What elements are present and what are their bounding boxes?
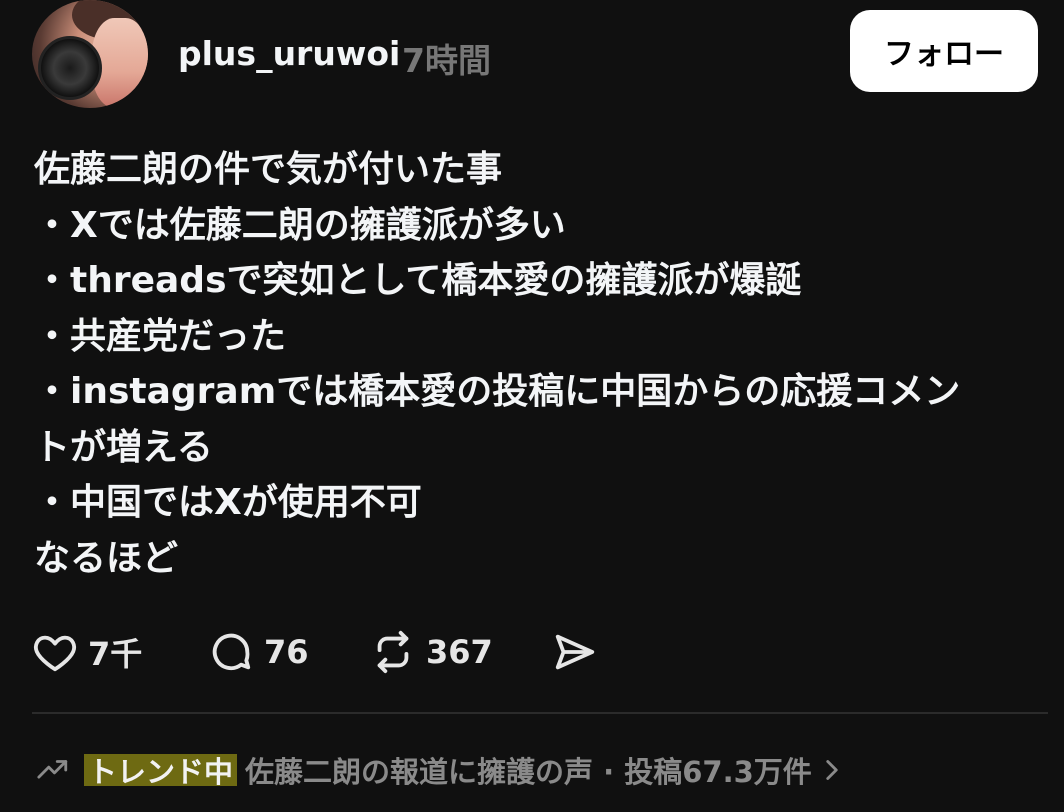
repost-button[interactable]: 367 <box>370 624 493 680</box>
speech-bubble-icon <box>212 633 251 671</box>
post-actions: 7千 76 367 <box>32 624 652 680</box>
heart-icon <box>34 635 76 672</box>
post-line: ・threadsで突如として橋本愛の擁護派が爆誕 <box>34 260 802 301</box>
post-line: ・instagramでは橋本愛の投稿に中国からの応援コメン <box>34 371 961 412</box>
trending-topic[interactable]: トレンド中 佐藤二朗の報道に擁護の声 · 投稿67.3万件 <box>36 748 844 792</box>
divider <box>32 712 1048 714</box>
like-count: 7千 <box>88 635 143 673</box>
like-button[interactable]: 7千 <box>32 624 142 680</box>
repost-count: 367 <box>426 633 493 671</box>
post-line: トが増える <box>34 426 213 468</box>
comment-button[interactable]: 76 <box>208 624 309 680</box>
avatar[interactable] <box>32 0 148 108</box>
username[interactable]: plus_uruwoi <box>178 34 400 73</box>
repost-icon <box>377 630 409 674</box>
post-line: 佐藤二朗の件で気が付いた事 <box>34 149 503 190</box>
trending-topic-label: 佐藤二朗の報道に擁護の声 · 投稿67.3万件 <box>245 755 812 789</box>
send-icon <box>555 634 595 670</box>
post-timestamp: 7時間 <box>402 41 491 80</box>
post-text: 佐藤二朗の件で気が付いた事 ・Xでは佐藤二朗の擁護派が多い ・threadsで突… <box>34 142 1024 586</box>
comment-count: 76 <box>264 633 309 671</box>
follow-button[interactable]: フォロー <box>850 10 1038 92</box>
post-line: ・Xでは佐藤二朗の擁護派が多い <box>34 204 566 246</box>
trending-up-icon <box>37 760 68 779</box>
post-line: ・中国ではXが使用不可 <box>34 482 422 523</box>
trending-badge: トレンド中 <box>84 749 238 791</box>
post-line: ・共産党だった <box>34 315 287 357</box>
chevron-right-icon <box>826 760 838 780</box>
post-line: なるほど <box>34 537 179 579</box>
share-button[interactable] <box>552 624 598 680</box>
